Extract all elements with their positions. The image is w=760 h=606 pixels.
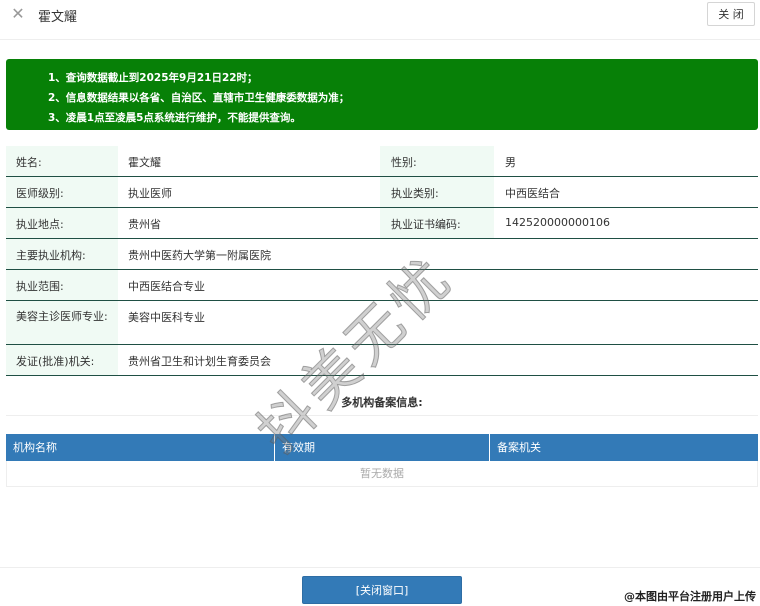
category-value: 中西医结合 <box>505 187 560 200</box>
multi-institution-title: 多机构备案信息: <box>6 386 758 416</box>
multi-institution-table: 机构名称 有效期 备案机关 暂无数据 <box>6 434 758 487</box>
doctor-info-table: 姓名: 霍文耀 性别: 男 医师级别: 执业医师 执业类别: 中西医结合 执业地… <box>6 146 758 376</box>
notice-line-2: 2、信息数据结果以各省、自治区、直辖市卫生健康委数据为准； <box>48 92 350 104</box>
name-label: 姓名: <box>6 146 118 176</box>
upload-credit: @本图由平台注册用户上传 <box>624 590 756 603</box>
dialog-title: 霍文耀 <box>38 10 78 25</box>
notice-banner: 1、查询数据截止到2025年9月21日22时； 2、信息数据结果以各省、自治区、… <box>6 59 758 130</box>
scope-value: 中西医结合专业 <box>128 280 205 293</box>
authority-label: 发证(批准)机关: <box>6 345 118 375</box>
authority-value: 贵州省卫生和计划生育委员会 <box>128 355 271 368</box>
info-row-name: 姓名: 霍文耀 性别: 男 <box>6 146 758 177</box>
column-header-validity: 有效期 <box>275 434 490 461</box>
scope-label: 执业范围: <box>6 270 118 300</box>
column-header-authority: 备案机关 <box>497 441 541 454</box>
level-value: 执业医师 <box>128 187 172 200</box>
info-row-authority: 发证(批准)机关: 贵州省卫生和计划生育委员会 <box>6 345 758 376</box>
cert-label: 执业证书编码: <box>380 208 494 238</box>
institution-label: 主要执业机构: <box>6 239 118 269</box>
info-row-scope: 执业范围: 中西医结合专业 <box>6 270 758 301</box>
info-row-level: 医师级别: 执业医师 执业类别: 中西医结合 <box>6 177 758 208</box>
info-row-beauty: 美容主诊医师专业: 美容中医科专业 <box>6 301 758 345</box>
category-label: 执业类别: <box>380 177 494 207</box>
close-window-button[interactable]: [关闭窗口] <box>302 576 462 604</box>
table-header: 机构名称 有效期 备案机关 <box>6 434 758 461</box>
gender-value: 男 <box>505 156 516 169</box>
notice-line-1: 1、查询数据截止到2025年9月21日22时； <box>48 72 258 84</box>
name-value: 霍文耀 <box>128 156 161 169</box>
place-value: 贵州省 <box>128 218 161 231</box>
info-row-place: 执业地点: 贵州省 执业证书编码: 142520000000106 <box>6 208 758 239</box>
close-icon[interactable]: ✕ <box>10 6 26 22</box>
institution-value: 贵州中医药大学第一附属医院 <box>128 249 271 262</box>
dialog-header: ✕ 霍文耀 关 闭 <box>0 0 760 40</box>
footer-divider <box>0 567 760 568</box>
beauty-label: 美容主诊医师专业: <box>6 301 118 344</box>
cert-value: 142520000000106 <box>505 216 610 229</box>
beauty-value: 美容中医科专业 <box>128 311 205 324</box>
level-label: 医师级别: <box>6 177 118 207</box>
notice-line-3: 3、凌晨1点至凌晨5点系统进行维护，不能提供查询。 <box>48 112 301 124</box>
place-label: 执业地点: <box>6 208 118 238</box>
gender-label: 性别: <box>380 146 494 176</box>
info-row-institution: 主要执业机构: 贵州中医药大学第一附属医院 <box>6 239 758 270</box>
close-button[interactable]: 关 闭 <box>707 2 755 26</box>
table-empty-message: 暂无数据 <box>6 461 758 487</box>
column-header-institution: 机构名称 <box>6 434 275 461</box>
